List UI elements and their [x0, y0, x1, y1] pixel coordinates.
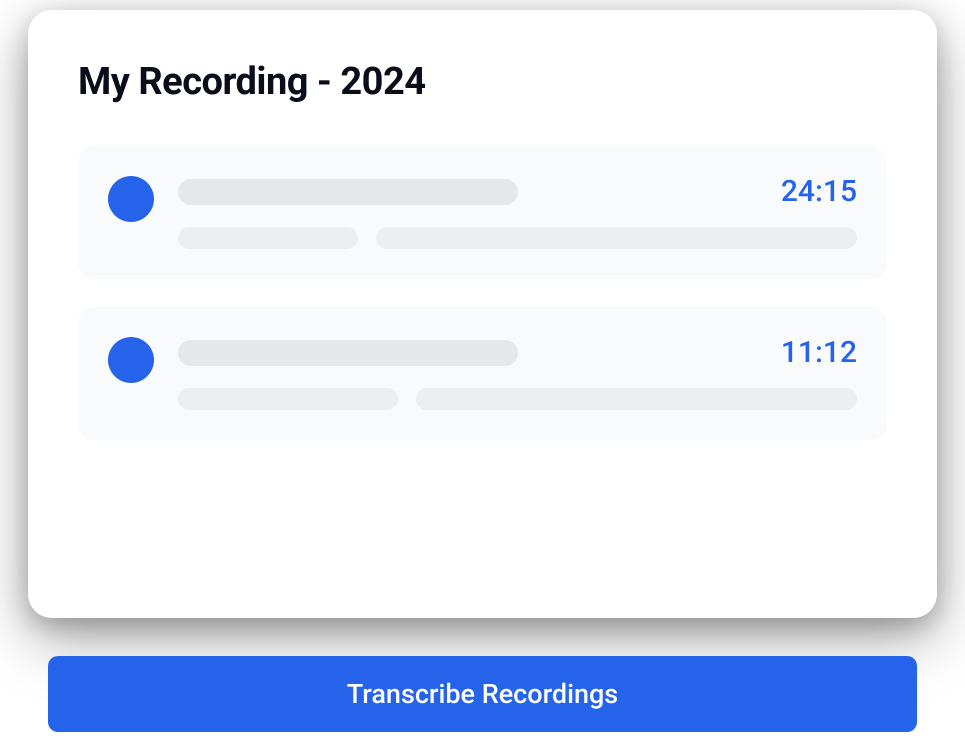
transcribe-button[interactable]: Transcribe Recordings: [48, 656, 917, 732]
recording-content: 11:12: [178, 335, 857, 410]
recordings-card: My Recording - 2024 24:15 11:12: [28, 10, 937, 618]
recording-meta-placeholder: [178, 388, 398, 410]
recording-item[interactable]: 11:12: [78, 307, 887, 440]
recording-duration: 11:12: [781, 335, 857, 370]
recording-content: 24:15: [178, 174, 857, 249]
recording-item[interactable]: 24:15: [78, 146, 887, 279]
recording-title-placeholder: [178, 179, 518, 205]
recording-meta-placeholder: [178, 227, 358, 249]
recording-status-dot: [108, 337, 154, 383]
recording-title-placeholder: [178, 340, 518, 366]
recording-meta-placeholder: [376, 227, 857, 249]
recording-status-dot: [108, 176, 154, 222]
recording-duration: 24:15: [781, 174, 857, 209]
page-title: My Recording - 2024: [78, 60, 887, 104]
recording-meta-placeholder: [416, 388, 857, 410]
